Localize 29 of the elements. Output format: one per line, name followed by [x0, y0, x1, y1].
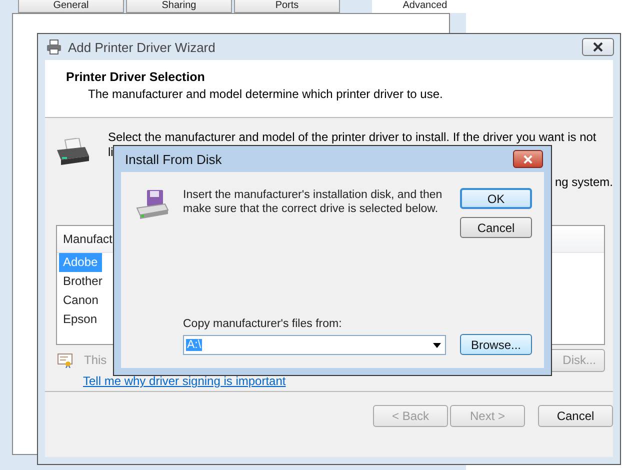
browse-button[interactable]: Browse...: [460, 334, 532, 355]
signing-status-text: This: [84, 353, 108, 367]
certificate-icon: [57, 352, 73, 368]
list-item[interactable]: Canon: [59, 291, 102, 310]
dialog-button[interactable]: Cancel: [460, 217, 532, 238]
dialog-message: Insert the manufacturer's installation disk, and then make sure that the correct drive is selected below.: [183, 188, 444, 216]
instruction-text: li: [108, 145, 114, 160]
driver-signing-link[interactable]: Tell me why driver signing is important: [83, 374, 286, 388]
page-subheading: The manufacturer and model determine which printer driver to use.: [88, 87, 444, 101]
window-title: Add Printer Driver Wizard: [68, 40, 216, 54]
close-button[interactable]: [582, 38, 614, 56]
instruction-text: Select the manufacturer and model of the printer driver to install. If the driver you want is not: [108, 130, 596, 145]
close-icon: [593, 42, 603, 52]
dialog-title: Install From Disk: [124, 152, 223, 166]
tab[interactable]: Ports: [234, 0, 340, 13]
dialog-button[interactable]: OK: [460, 188, 532, 209]
close-icon: [523, 154, 533, 164]
tab[interactable]: Sharing: [126, 0, 232, 13]
close-button[interactable]: [513, 150, 543, 168]
printer-icon: [46, 39, 62, 55]
list-item[interactable]: Brother: [59, 272, 106, 291]
wizard-button[interactable]: Cancel: [538, 405, 613, 427]
instruction-text: ng system.: [554, 175, 613, 190]
list-item[interactable]: Epson: [59, 310, 102, 329]
disk-drive-icon: [135, 190, 169, 220]
tab[interactable]: General: [18, 0, 124, 13]
page-heading: Printer Driver Selection: [66, 70, 206, 84]
field-label: Copy manufacturer's files from:: [183, 318, 343, 330]
printer-icon: [55, 138, 91, 168]
